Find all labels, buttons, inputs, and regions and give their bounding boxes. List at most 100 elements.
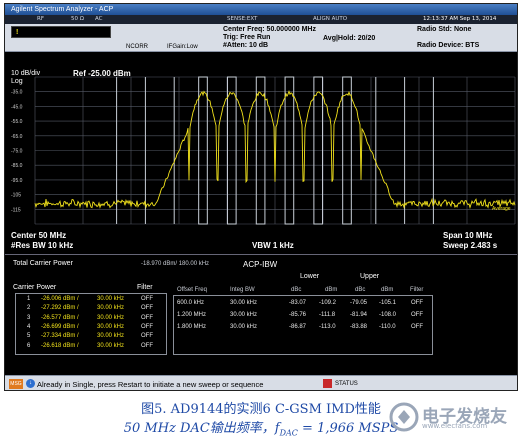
carrier-filter: OFF	[141, 342, 153, 349]
offset-cell-udbm: -105.1	[379, 300, 397, 306]
carrier-bandwidth: 30.00 kHz	[97, 323, 125, 330]
offset-cell-filter: OFF	[411, 324, 423, 330]
offset-cell-ldbm: -111.8	[319, 312, 336, 318]
window-titlebar: Agilent Spectrum Analyzer - ACP	[5, 4, 517, 15]
offset-cell-udbm: -110.0	[379, 324, 396, 330]
avg-hold-readout: Avg|Hold: 20/20	[323, 35, 376, 42]
if-gain-label: IFGain:Low	[167, 44, 198, 50]
y-tick-label: -115	[11, 207, 21, 213]
watermark-url: www.elecfans.com	[422, 422, 488, 430]
offset-cell-filter: OFF	[411, 312, 423, 318]
status-header: RF 50 Ω AC SENSE:EXT ALIGN AUTO 12:13:37…	[5, 15, 517, 52]
offset-cell-udbm: -108.0	[379, 312, 397, 318]
carrier-filter: OFF	[141, 296, 153, 302]
offset-cell-freq: 600.0 kHz	[177, 300, 205, 306]
coupling-chip: AC	[95, 16, 103, 22]
offset-cell-ldbc: -83.07	[289, 300, 307, 306]
res-bw-label: #Res BW 10 kHz	[11, 241, 74, 250]
carrier-power-value: -26.006 dBm /	[41, 296, 79, 302]
upper-header: Upper	[360, 273, 380, 280]
header-status-strip: RF 50 Ω AC SENSE:EXT ALIGN AUTO 12:13:37…	[5, 15, 517, 24]
carrier-bandwidth: 30.00 kHz	[97, 305, 125, 312]
offset-cell-ldbc: -85.76	[289, 312, 307, 318]
offset-cell-ldbm: -113.0	[319, 324, 336, 330]
window-title: Agilent Spectrum Analyzer - ACP	[11, 6, 114, 13]
carrier-power-header: Carrier Power	[13, 284, 57, 291]
offset-cell-filter: OFF	[411, 300, 423, 306]
message-bar: MSG ↓ Already in Single, press Restart t…	[5, 375, 517, 390]
offset-cell-freq: 1.200 MHz	[177, 312, 207, 318]
carrier-power-value: -26.618 dBm /	[41, 342, 79, 349]
lower-dbm-header: dBm	[325, 287, 338, 293]
lower-dbc-header: dBc	[291, 287, 302, 293]
watermark-logo: 电子发烧友 www.elecfans.com	[388, 398, 516, 438]
carrier-power-value: -27.334 dBm /	[41, 333, 79, 340]
y-tick-label: -85.0	[11, 163, 23, 169]
center-freq-readout: Center Freq: 50.000000 MHz	[223, 26, 316, 33]
trig-readout: Trig: Free Run	[223, 34, 271, 41]
offset-cell-udbc: -79.05	[350, 300, 368, 306]
carrier-filter: OFF	[141, 314, 153, 321]
rf-chip: RF	[37, 16, 44, 22]
msg-badge: MSG	[9, 379, 23, 389]
vbw-label: VBW 1 kHz	[252, 241, 294, 250]
carrier-power-value: -26.577 dBm /	[41, 314, 79, 321]
sweep-label: Sweep 2.483 s	[443, 241, 498, 250]
atten-readout: #Atten: 10 dB	[223, 42, 269, 49]
integ-bw-header: Integ BW	[230, 287, 255, 293]
status-label[interactable]: STATUS	[335, 381, 358, 387]
y-tick-label: -45.0	[11, 104, 23, 110]
sense-chip: SENSE:EXT	[227, 16, 258, 22]
carrier-bandwidth: 30.00 kHz	[97, 333, 125, 340]
carrier-index: 4	[27, 323, 31, 330]
y-tick-label: -95.0	[11, 178, 23, 184]
input-status-box: !	[11, 26, 111, 38]
carrier-index: 3	[27, 314, 31, 321]
offset-freq-header: Offset Freq	[177, 287, 207, 293]
carrier-bandwidth: 30.00 kHz	[97, 314, 125, 321]
warning-indicator: !	[16, 29, 19, 36]
caption-text-3: = 1,966 MSPS	[297, 421, 399, 436]
caption-text-2: 50 MHz DAC输出频率，f	[123, 421, 280, 436]
carrier-bandwidth: 30.00 kHz	[97, 296, 125, 302]
total-carrier-value: -18.970 dBm/ 180.00 kHz	[141, 261, 210, 267]
offset-filter-header: Filter	[410, 287, 424, 293]
carrier-power-value: -26.699 dBm /	[41, 323, 79, 330]
offset-cell-bw: 30.00 kHz	[230, 312, 258, 318]
carrier-filter: OFF	[141, 323, 153, 330]
carrier-index: 1	[27, 296, 31, 302]
trace-average-label: Average	[492, 206, 511, 212]
offset-cell-bw: 30.00 kHz	[230, 324, 258, 330]
y-tick-label: -105	[11, 193, 21, 199]
offset-cell-udbc: -83.88	[350, 324, 368, 330]
offset-cell-udbc: -81.94	[350, 312, 368, 318]
spectrum-plot[interactable]: 10 dB/div Log Ref -25.00 dBm -35.0 -45.0-…	[5, 52, 517, 228]
y-tick-label: -65.0	[11, 134, 23, 140]
radio-std-readout: Radio Std: None	[417, 26, 472, 33]
carrier-index: 5	[27, 333, 31, 340]
caption-subscript: DAC	[279, 428, 298, 438]
offset-cell-ldbc: -86.87	[289, 324, 307, 330]
total-carrier-label: Total Carrier Power	[13, 260, 73, 267]
align-chip: ALIGN AUTO	[313, 16, 348, 22]
span-label: Span 10 MHz	[443, 231, 493, 240]
center-freq-label: Center 50 MHz	[11, 231, 67, 240]
caption-text-1: 图5. AD9144的实测6 C-GSM IMD性能	[141, 402, 381, 417]
carrier-power-value: -27.292 dBm /	[41, 305, 79, 312]
acp-title: ACP-IBW	[243, 260, 278, 269]
carrier-filter-header: Filter	[137, 284, 153, 291]
radio-device-readout: Radio Device: BTS	[417, 42, 480, 49]
timestamp: 12:13:37 AM Sep 13, 2014	[423, 16, 497, 22]
lower-header: Lower	[300, 273, 320, 280]
carrier-filter: OFF	[141, 333, 153, 340]
status-icon	[323, 379, 332, 388]
message-text: Already in Single, press Restart to init…	[37, 380, 264, 389]
impedance-chip: 50 Ω	[71, 16, 84, 22]
y-tick-label: -35.0	[11, 90, 23, 96]
y-tick-label: -75.0	[11, 149, 23, 155]
upper-dbc-header: dBc	[355, 287, 366, 293]
acp-results-panel: Total Carrier Power -18.970 dBm/ 180.00 …	[5, 254, 517, 372]
offset-cell-ldbm: -109.2	[319, 300, 337, 306]
offset-cell-freq: 1.800 MHz	[177, 324, 207, 330]
info-icon: ↓	[26, 379, 35, 388]
